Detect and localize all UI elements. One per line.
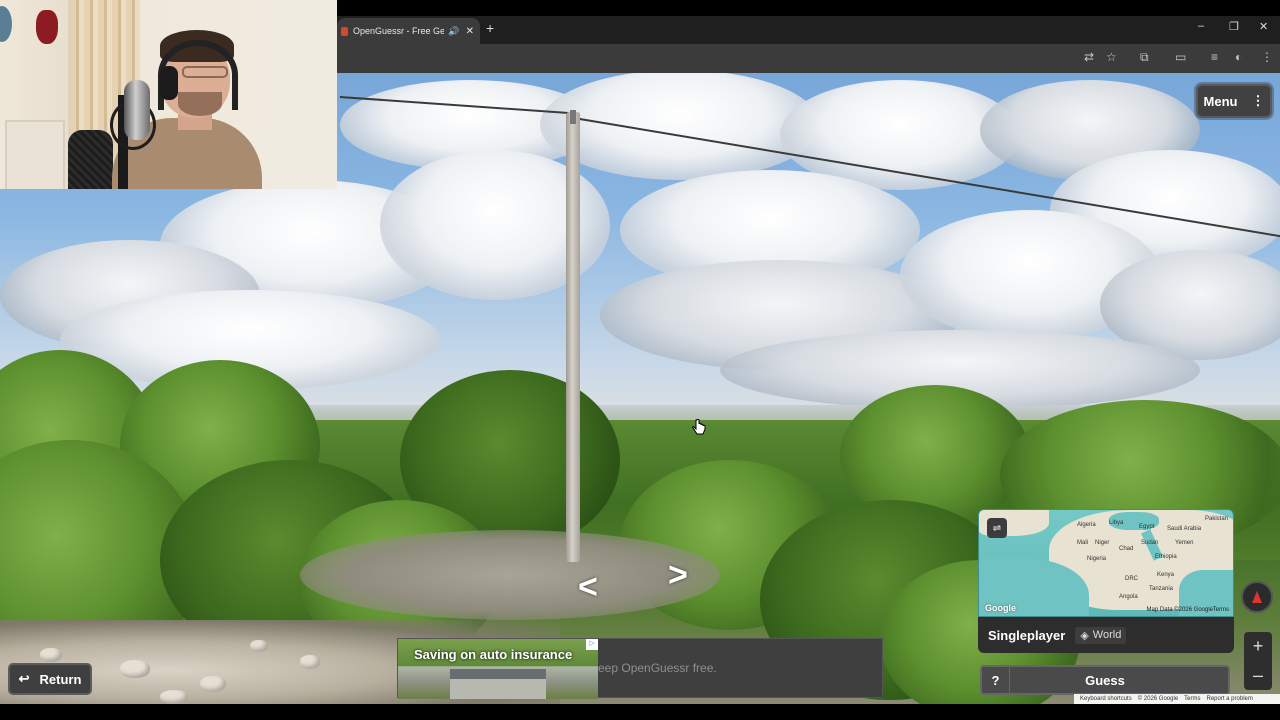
move-arrow-left[interactable]: < [578, 568, 598, 607]
map-label: DRC [1125, 576, 1138, 582]
tab-close-button[interactable]: ✕ [466, 26, 474, 37]
dirt-path [300, 530, 720, 620]
map-label: Libya [1109, 520, 1124, 526]
ad-text: eep OpenGuessr free. [598, 661, 717, 675]
return-button[interactable]: ↩ Return [8, 663, 92, 695]
utility-pole [566, 112, 580, 562]
microphone-icon [124, 80, 150, 140]
rock [40, 648, 62, 662]
map-label: Kenya [1157, 572, 1175, 578]
ad-banner[interactable]: Saving on auto insurance ▷ eep OpenGuess… [397, 638, 883, 699]
browser-menu-icon[interactable]: ⋮ [1261, 50, 1273, 64]
return-arrow-icon: ↩ [18, 671, 30, 686]
map-label: Chad [1119, 546, 1134, 552]
rock [200, 676, 226, 692]
screen-bottom-bar [0, 704, 1280, 720]
headphone-cup [160, 66, 178, 100]
minimap[interactable]: Libya Egypt Saudi Arabia Pakistan Algeri… [978, 509, 1234, 617]
map-label: Niger [1095, 540, 1110, 546]
map-label: Ethiopia [1155, 554, 1177, 560]
map-label: Pakistan [1205, 516, 1229, 522]
zoom-control: + – [1244, 632, 1272, 690]
map-label: Sudan [1141, 540, 1159, 546]
map-label: Yemen [1175, 540, 1194, 546]
extensions-icon[interactable]: ⧉ [1140, 50, 1149, 65]
favicon-icon [341, 26, 348, 36]
gaming-chair [68, 130, 113, 189]
adchoices-icon[interactable]: ▷ [586, 639, 598, 650]
zoom-in-button[interactable]: + [1253, 636, 1264, 657]
browser-tab[interactable]: OpenGuessr - Free GeoGue 🔊 ✕ [337, 18, 480, 44]
rock [300, 655, 320, 669]
webcam-overlay [0, 0, 337, 189]
red-hat [36, 10, 58, 44]
pole-insulator [570, 110, 576, 124]
map-settings-icon[interactable]: ⇌ [987, 518, 1007, 538]
terms-link[interactable]: Terms [1184, 696, 1200, 702]
profile-icon[interactable]: ◐ [1235, 50, 1242, 64]
move-arrow-right[interactable]: > [668, 556, 688, 595]
translate-icon[interactable]: ⇄ [1084, 50, 1094, 64]
map-pool-badge[interactable]: ◈ World [1075, 626, 1127, 644]
door [5, 120, 65, 189]
game-mode-bar: Singleplayer ◈ World [978, 617, 1234, 653]
copyright-text: © 2026 Google [1137, 696, 1179, 702]
map-label: Egypt [1139, 524, 1155, 530]
menu-label: Menu [1203, 93, 1238, 109]
google-logo: Google [985, 603, 1016, 613]
guess-button[interactable]: Guess [980, 665, 1230, 695]
new-tab-button[interactable]: + [486, 20, 494, 36]
close-window-button[interactable]: ✕ [1259, 20, 1268, 33]
menu-button[interactable]: Menu ⋮ [1196, 84, 1272, 118]
cast-icon[interactable]: ▭ [1175, 50, 1186, 64]
zoom-out-button[interactable]: – [1253, 665, 1263, 686]
report-problem-link[interactable]: Report a problem [1207, 696, 1253, 702]
bookmark-star-icon[interactable]: ☆ [1106, 50, 1117, 64]
game-mode-title: Singleplayer [988, 627, 1066, 643]
compass-needle [1252, 591, 1262, 603]
rock [250, 640, 268, 652]
house-illustration [450, 669, 546, 699]
guess-label: Guess [1085, 672, 1125, 688]
media-controls-icon[interactable]: ≡ [1211, 50, 1218, 64]
restore-button[interactable]: ❐ [1229, 20, 1239, 33]
ad-headline: Saving on auto insurance [414, 647, 573, 662]
speaker-icon[interactable]: 🔊 [448, 26, 459, 37]
map-attribution: Map Data ©2026 Google [1146, 607, 1213, 613]
kebab-menu-icon: ⋮ [1251, 93, 1265, 108]
return-label: Return [39, 671, 82, 687]
rock [160, 690, 188, 704]
map-label: Tanzania [1149, 586, 1174, 592]
map-label: Saudi Arabia [1167, 526, 1202, 532]
street-view-footer: Keyboard shortcuts © 2026 Google Terms R… [1074, 694, 1280, 704]
map-label: Algeria [1077, 522, 1096, 528]
help-button[interactable]: ? [982, 667, 1010, 693]
map-label: Angola [1119, 594, 1138, 600]
rock [120, 660, 150, 678]
layers-icon: ◈ [1080, 629, 1089, 642]
cloud [540, 70, 820, 180]
compass-icon[interactable] [1241, 581, 1273, 613]
map-terms-link[interactable]: Terms [1213, 607, 1229, 613]
tab-title: OpenGuessr - Free GeoGue [353, 26, 445, 36]
map-label: Nigeria [1087, 556, 1107, 562]
map-pool-label: World [1092, 629, 1122, 641]
keyboard-shortcuts-link[interactable]: Keyboard shortcuts [1080, 696, 1132, 702]
hand-cursor-icon [692, 419, 706, 435]
minimize-button[interactable]: – [1198, 20, 1204, 32]
map-label: Mali [1077, 540, 1089, 546]
decor [0, 6, 12, 42]
browser-toolbar [337, 44, 1280, 73]
